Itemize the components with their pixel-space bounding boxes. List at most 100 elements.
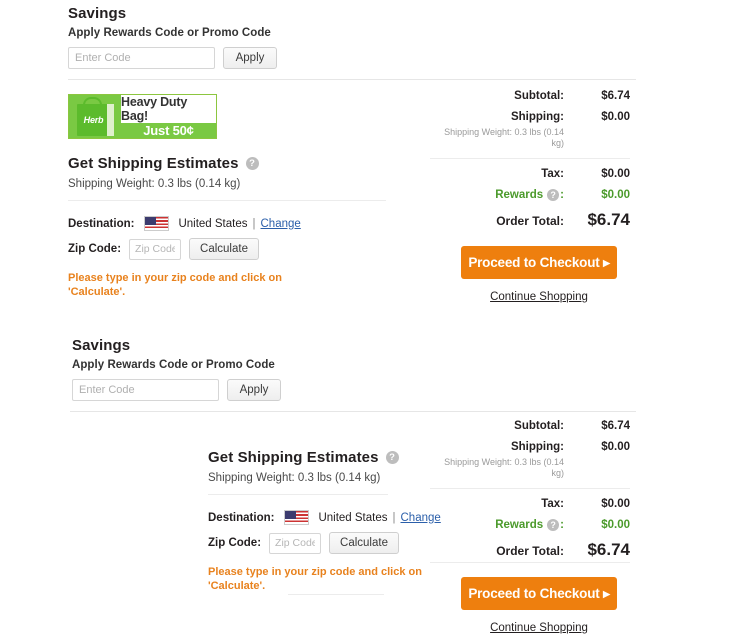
summary-divider xyxy=(430,158,630,159)
checkout-actions-2: Proceed to Checkout ▸ Continue Shopping xyxy=(461,577,617,634)
rewards-row: Rewards?: $0.00 xyxy=(430,519,630,531)
savings-subtitle: Apply Rewards Code or Promo Code xyxy=(72,359,275,371)
summary-divider xyxy=(430,488,630,489)
shipping-weight-note: Shipping Weight: 0.3 lbs (0.14 kg) xyxy=(444,127,564,148)
shipping-weight-text: Shipping Weight: 0.3 lbs (0.14 kg) xyxy=(68,178,241,190)
subtotal-value: $6.74 xyxy=(601,420,630,432)
tax-row: Tax: $0.00 xyxy=(430,498,630,510)
shipping-row: Shipping: $0.00 xyxy=(430,111,630,123)
rewards-label-group: Rewards?: xyxy=(430,519,564,531)
us-flag-icon xyxy=(284,510,310,525)
destination-country: United States xyxy=(178,217,248,230)
section-divider-1 xyxy=(68,79,636,80)
destination-label: Destination: xyxy=(68,217,135,230)
apply-code-button[interactable]: Apply xyxy=(227,379,281,401)
savings-subtitle: Apply Rewards Code or Promo Code xyxy=(68,27,271,39)
promo-banner-heavy-duty-bag[interactable]: Herb Heavy Duty Bag! Just 50¢ xyxy=(68,94,217,139)
tax-row: Tax: $0.00 xyxy=(430,168,630,180)
zip-warning-message: Please type in your zip code and click o… xyxy=(208,566,422,592)
shipping-estimates-header: Get Shipping Estimates ? xyxy=(208,449,399,466)
order-summary-1: Subtotal: $6.74 Shipping: $0.00 Shipping… xyxy=(430,90,630,239)
help-icon[interactable]: ? xyxy=(245,157,259,170)
shipping-weight-text: Shipping Weight: 0.3 lbs (0.14 kg) xyxy=(208,472,381,484)
tax-label: Tax: xyxy=(541,168,564,180)
subtotal-label: Subtotal: xyxy=(514,420,564,432)
rewards-row: Rewards?: $0.00 xyxy=(430,189,630,201)
destination-country: United States xyxy=(318,511,388,524)
promo-code-input[interactable] xyxy=(68,47,215,69)
order-total-value: $6.74 xyxy=(587,540,630,560)
calculate-shipping-button[interactable]: Calculate xyxy=(329,532,399,554)
calculate-shipping-button[interactable]: Calculate xyxy=(189,238,259,260)
tax-value: $0.00 xyxy=(601,498,630,510)
rewards-value: $0.00 xyxy=(601,519,630,532)
separator: | xyxy=(392,511,396,524)
destination-row: Destination: United States | Change xyxy=(68,216,301,231)
rewards-help-icon[interactable]: ? xyxy=(547,189,560,201)
zip-code-row: Zip Code: Calculate xyxy=(208,532,441,554)
proceed-to-checkout-button[interactable]: Proceed to Checkout ▸ xyxy=(461,577,617,610)
order-total-label: Order Total: xyxy=(496,544,564,559)
order-total-label: Order Total: xyxy=(496,214,564,229)
shipping-divider-2 xyxy=(208,494,388,495)
tax-value: $0.00 xyxy=(601,168,630,180)
zip-code-input[interactable] xyxy=(269,532,322,554)
apply-code-button[interactable]: Apply xyxy=(223,47,277,69)
us-flag-icon xyxy=(144,216,170,231)
shipping-estimates-title: Get Shipping Estimates xyxy=(68,155,239,172)
tax-label: Tax: xyxy=(541,498,564,510)
shipping-divider-2-bottom xyxy=(288,594,384,595)
promo-code-row: Apply xyxy=(72,379,281,401)
destination-row: Destination: United States | Change xyxy=(208,510,441,525)
order-total-value: $6.74 xyxy=(587,210,630,230)
subtotal-value: $6.74 xyxy=(601,90,630,102)
savings-title: Savings xyxy=(72,337,131,354)
shipping-divider-1 xyxy=(68,200,386,201)
savings-section-2: Savings Apply Rewards Code or Promo Code… xyxy=(72,337,281,401)
help-icon[interactable]: ? xyxy=(385,451,399,464)
shipping-estimates-section-1: Get Shipping Estimates ? Shipping Weight… xyxy=(68,155,259,190)
continue-shopping-link[interactable]: Continue Shopping xyxy=(461,622,617,634)
separator: | xyxy=(252,217,256,230)
promo-code-row: Apply xyxy=(68,47,277,69)
shipping-estimates-section-2: Get Shipping Estimates ? Shipping Weight… xyxy=(208,449,399,484)
savings-section-1: Savings Apply Rewards Code or Promo Code… xyxy=(68,5,277,69)
cart-page: Savings Apply Rewards Code or Promo Code… xyxy=(0,0,750,638)
promo-headline: Heavy Duty Bag! xyxy=(121,95,216,123)
shipping-estimates-title: Get Shipping Estimates xyxy=(208,449,379,466)
summary-bottom-divider-2 xyxy=(430,562,630,563)
checkout-actions-1: Proceed to Checkout ▸ Continue Shopping xyxy=(461,246,617,303)
order-summary-2: Subtotal: $6.74 Shipping: $0.00 Shipping… xyxy=(430,420,630,569)
promo-bag-text: Herb xyxy=(83,115,104,125)
order-total-row: Order Total: $6.74 xyxy=(430,540,630,560)
section-divider-2 xyxy=(70,411,636,412)
rewards-label: Rewards xyxy=(495,519,544,532)
savings-title: Savings xyxy=(68,5,127,22)
subtotal-row: Subtotal: $6.74 xyxy=(430,420,630,432)
zip-code-label: Zip Code: xyxy=(68,243,122,255)
rewards-value: $0.00 xyxy=(601,189,630,202)
order-total-row: Order Total: $6.74 xyxy=(430,210,630,230)
shipping-form-2: Destination: United States | Change Zip … xyxy=(208,500,441,593)
shipping-label: Shipping: xyxy=(510,441,564,453)
shipping-estimates-header: Get Shipping Estimates ? xyxy=(68,155,259,172)
proceed-to-checkout-button[interactable]: Proceed to Checkout ▸ xyxy=(461,246,617,279)
destination-label: Destination: xyxy=(208,511,275,524)
shipping-value: $0.00 xyxy=(601,111,630,123)
shipping-weight-note: Shipping Weight: 0.3 lbs (0.14 kg) xyxy=(444,457,564,478)
continue-shopping-link[interactable]: Continue Shopping xyxy=(461,291,617,303)
zip-code-row: Zip Code: Calculate xyxy=(68,238,301,260)
rewards-label: Rewards xyxy=(495,189,544,202)
rewards-help-icon[interactable]: ? xyxy=(547,519,560,531)
shipping-value: $0.00 xyxy=(601,441,630,453)
zip-code-input[interactable] xyxy=(129,238,182,260)
change-destination-link[interactable]: Change xyxy=(261,218,301,230)
subtotal-label: Subtotal: xyxy=(514,90,564,102)
shipping-label: Shipping: xyxy=(510,111,564,123)
zip-warning-message: Please type in your zip code and click o… xyxy=(68,272,282,298)
shipping-row: Shipping: $0.00 xyxy=(430,441,630,453)
shopping-bag-icon: Herb xyxy=(69,95,121,138)
rewards-label-group: Rewards?: xyxy=(430,189,564,201)
promo-code-input[interactable] xyxy=(72,379,219,401)
subtotal-row: Subtotal: $6.74 xyxy=(430,90,630,102)
